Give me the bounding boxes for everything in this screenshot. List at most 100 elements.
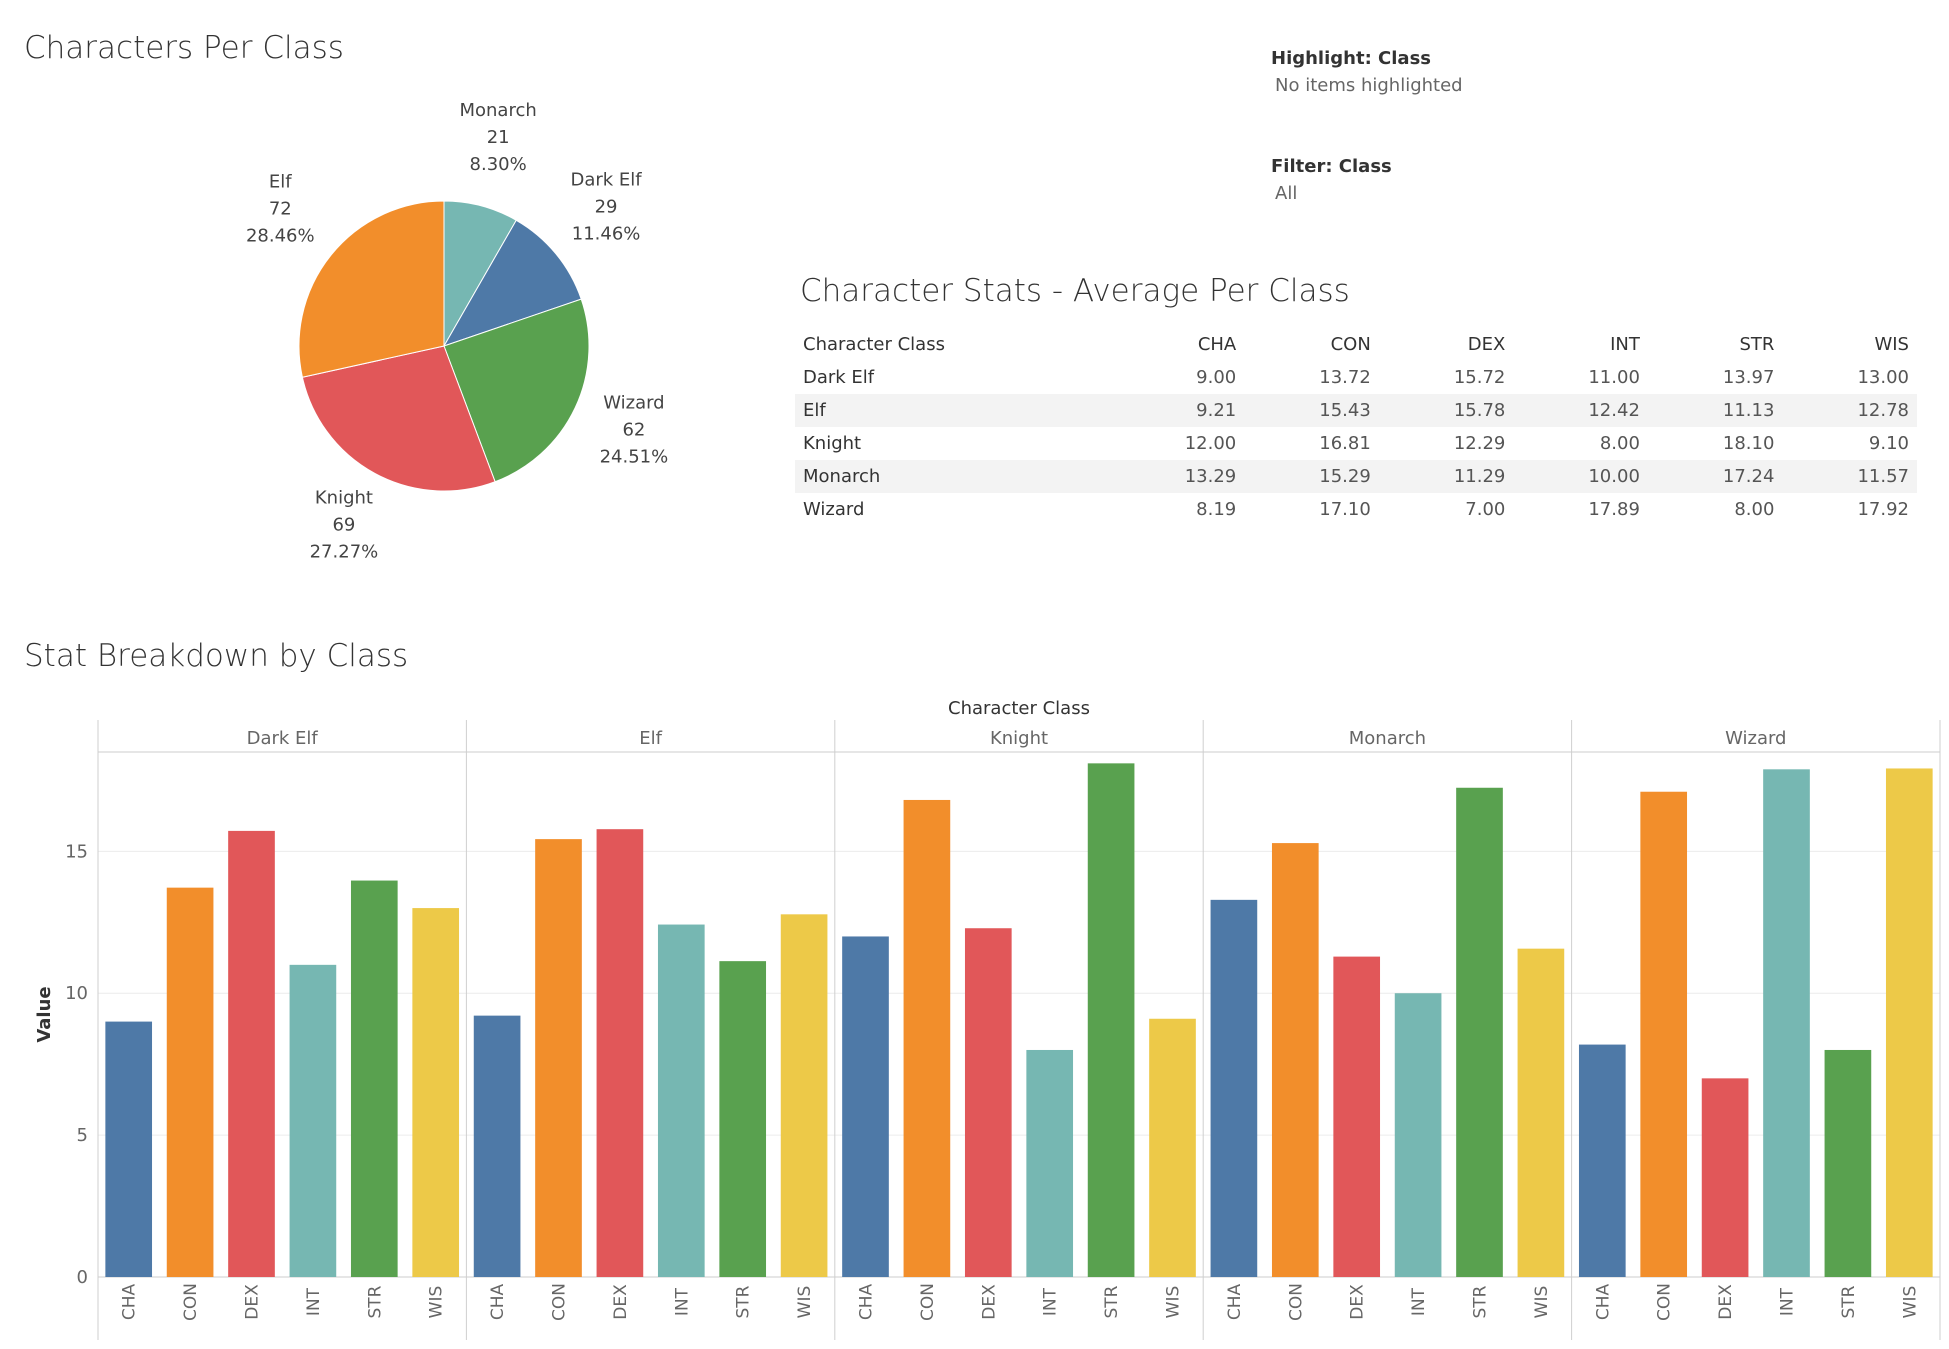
x-tick-label: DEX [1348,1284,1368,1320]
bar-knight-cha [842,936,889,1277]
y-tick-label: 10 [65,983,88,1004]
table-row: Dark Elf 9.00 13.72 15.72 11.00 13.97 13.00 [795,361,1917,394]
stats-cell-cha: 9.00 [1196,367,1237,388]
pie-label-wizard: Wizard 62 24.51% [600,393,669,468]
stats-cell-con: 15.43 [1244,394,1379,427]
stats-cell-str: 13.97 [1722,367,1775,388]
x-tick-label: DEX [1716,1284,1736,1320]
group-label-wizard: Wizard [1725,728,1786,749]
stats-table-header-row: Character Class CHA CON DEX INT STR WIS [795,328,1917,361]
filter-value[interactable]: All [1275,183,1297,204]
bar-wizard-cha [1578,1044,1626,1277]
y-axis-label: Value [34,986,55,1042]
stats-cell-wis: 17.92 [1857,499,1909,520]
stats-cell-class: Elf [795,394,1110,427]
highlight-label: Highlight: Class [1271,48,1431,69]
bar-monarch-dex [1333,956,1381,1277]
x-tick-label: INT [672,1287,692,1316]
stats-cell-str: 17.24 [1647,460,1783,493]
stats-header-character-class: Character Class [803,334,945,355]
stats-header-dex: DEX [1467,334,1506,355]
group-label-monarch: Monarch [1349,728,1426,749]
stats-cell-dex: 15.78 [1378,394,1514,427]
stats-cell-class: Monarch [795,460,1110,493]
pie-label-elf: Elf 72 28.46% [246,171,315,246]
bar-elf-int [657,924,705,1277]
stats-cell-dex: 15.72 [1453,367,1506,388]
x-tick-label: CON [550,1283,570,1321]
x-tick-label: WIS [427,1286,447,1319]
stats-cell-int: 11.00 [1588,367,1640,388]
x-tick-label: CHA [120,1283,140,1320]
pie-chart: Monarch 21 8.30% Dark Elf 29 11.46% Wizard 62 24… [246,100,669,563]
x-tick-label: INT [1778,1287,1798,1316]
stats-cell-cha: 9.21 [1109,394,1245,427]
bar-knight-dex [964,928,1012,1277]
bar-chart-title: Stat Breakdown by Class [24,638,409,674]
x-tick-label: STR [1839,1285,1859,1318]
filter-label: Filter: Class [1271,156,1392,177]
bar-dark-elf-wis [412,908,460,1277]
stats-cell-wis: 12.78 [1782,394,1917,427]
stats-cell-con: 13.72 [1319,367,1371,388]
x-tick-label: STR [365,1285,385,1318]
bar-dark-elf-con [166,887,214,1277]
x-tick-label: DEX [243,1284,263,1320]
stats-cell-dex: 12.29 [1453,433,1506,454]
group-label-elf: Elf [639,728,662,749]
bar-knight-str [1087,763,1135,1277]
stats-cell-class: Dark Elf [803,367,875,388]
x-tick-label: CON [181,1283,201,1321]
stats-cell-str: 18.10 [1722,433,1775,454]
bar-dark-elf-cha [105,1021,153,1277]
stats-cell-class: Knight [803,433,862,454]
bar-elf-wis [780,914,828,1277]
stats-cell-con: 16.81 [1319,433,1371,454]
pie-label-monarch: Monarch 21 8.30% [459,100,536,175]
stats-cell-int: 8.00 [1599,433,1640,454]
x-tick-label: STR [1102,1285,1122,1318]
stats-header-int: INT [1610,334,1640,355]
x-tick-label: INT [1409,1287,1429,1316]
pie-slice-elf [298,200,445,378]
table-row: Elf 9.21 15.43 15.78 12.42 11.13 12.78 [795,394,1917,427]
stats-cell-cha: 12.00 [1184,433,1237,454]
table-row: Monarch 13.29 15.29 11.29 10.00 17.24 11.57 [795,460,1917,493]
stats-cell-int: 17.89 [1588,499,1640,520]
column-header-label: Character Class [948,698,1090,719]
stats-header-cha: CHA [1197,334,1237,355]
x-tick-label: INT [304,1287,324,1316]
x-tick-label: CHA [857,1283,877,1320]
table-title: Character Stats - Average Per Class [800,273,1350,309]
stats-cell-wis: 9.10 [1868,433,1909,454]
group-label-knight: Knight [990,728,1048,749]
x-tick-label: WIS [795,1286,815,1319]
stats-cell-con: 17.10 [1319,499,1371,520]
x-tick-label: CHA [1225,1283,1245,1320]
bar-wizard-str [1824,1049,1872,1277]
x-tick-label: CON [1655,1283,1675,1321]
stats-cell-str: 8.00 [1734,499,1775,520]
bar-knight-con [903,799,951,1277]
stats-cell-str: 11.13 [1647,394,1783,427]
bar-dark-elf-dex [228,830,275,1277]
x-tick-label: DEX [979,1284,999,1320]
stats-table-body: Dark Elf 9.00 13.72 15.72 11.00 13.97 13.00 Elf… [795,361,1917,526]
pie-label-knight: Knight 69 27.27% [310,488,379,563]
stats-cell-class: Wizard [803,499,865,520]
bar-monarch-cha [1210,899,1258,1277]
x-tick-label: WIS [1532,1286,1552,1319]
bar-monarch-wis [1517,948,1565,1277]
x-tick-label: STR [1471,1285,1491,1318]
highlight-value[interactable]: No items highlighted [1275,75,1463,96]
bar-monarch-con [1271,843,1319,1277]
y-tick-label: 0 [77,1267,88,1288]
stats-header-con: CON [1330,334,1371,355]
x-tick-label: WIS [1900,1286,1920,1319]
bar-wizard-dex [1701,1078,1749,1277]
x-tick-label: WIS [1164,1286,1184,1319]
x-tick-label: CHA [1593,1283,1613,1320]
x-tick-label: DEX [611,1284,631,1320]
stats-cell-wis: 13.00 [1857,367,1909,388]
stats-cell-dex: 11.29 [1378,460,1514,493]
